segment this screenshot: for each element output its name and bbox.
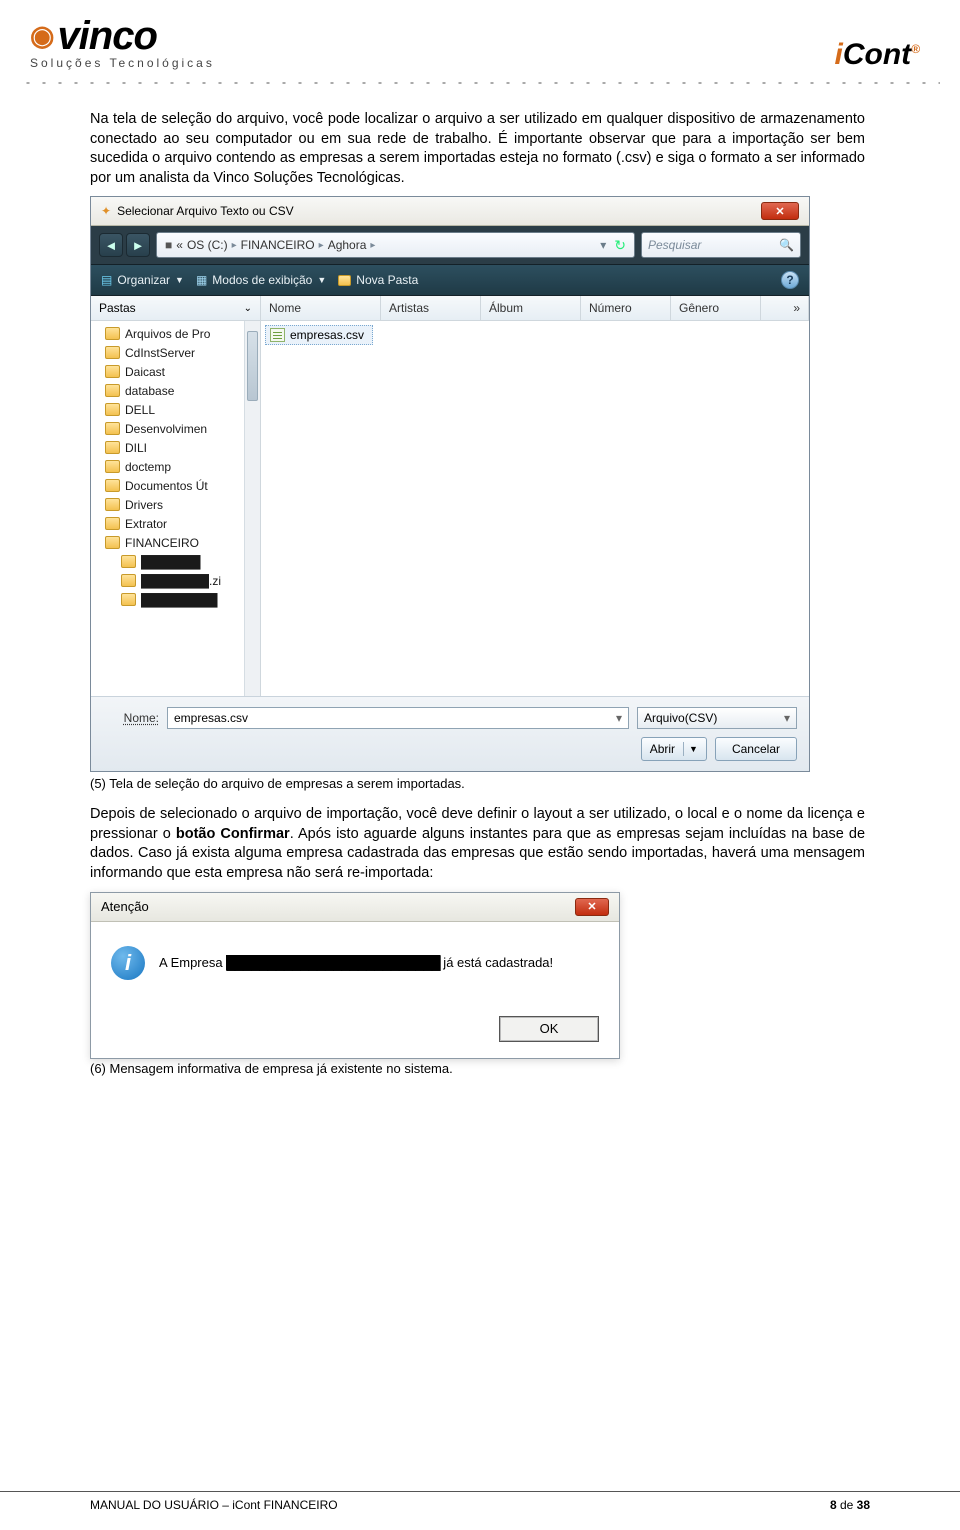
col-more[interactable]: »: [761, 296, 809, 320]
filename-input[interactable]: empresas.csv▾: [167, 707, 629, 729]
open-button[interactable]: Abrir▼: [641, 737, 707, 761]
grid-icon: ▦: [196, 273, 207, 287]
col-header[interactable]: Artistas: [381, 296, 481, 320]
tree-item[interactable]: ████████.zi: [91, 571, 260, 590]
breadcrumb-row: ◄ ► ■ « OS (C:) ▸ FINANCEIRO ▸ Aghora ▸ …: [91, 226, 809, 264]
ok-button[interactable]: OK: [499, 1016, 599, 1042]
close-button[interactable]: ✕: [761, 202, 799, 220]
folder-tree: Pastas⌄ Arquivos de Pro CdInstServer Dai…: [91, 296, 261, 696]
doc-header: ◉ vinco Soluções Tecnológicas iCont®: [0, 0, 960, 76]
col-header[interactable]: Álbum: [481, 296, 581, 320]
eye-icon: ◉: [30, 23, 53, 48]
file-name: empresas.csv: [290, 328, 364, 342]
menu-icon: ▤: [101, 273, 112, 287]
message-dialog: Atenção ✕ i A Empresa ██████████████████…: [90, 892, 620, 1059]
figure-caption-6: (6) Mensagem informativa de empresa já e…: [0, 1059, 960, 1086]
csv-icon: [270, 328, 285, 342]
tree-header[interactable]: Pastas⌄: [91, 296, 260, 321]
views-menu[interactable]: ▦ Modos de exibição▼: [196, 273, 326, 287]
search-icon: 🔍: [779, 238, 794, 252]
page-number: 8 de 38: [830, 1498, 870, 1512]
figure-caption-5: (5) Tela de seleção do arquivo de empres…: [0, 774, 960, 801]
nav-buttons: ◄ ►: [99, 233, 150, 257]
msg-body: i A Empresa ██████████████████████████ j…: [91, 922, 619, 1010]
filetype-select[interactable]: Arquivo(CSV)▾: [637, 707, 797, 729]
vinco-wordmark: ◉ vinco: [30, 18, 215, 54]
tree-item[interactable]: Documentos Út: [91, 476, 260, 495]
col-header[interactable]: Gênero: [671, 296, 761, 320]
tree-item[interactable]: Extrator: [91, 514, 260, 533]
msg-titlebar: Atenção ✕: [91, 893, 619, 922]
tree-item[interactable]: █████████: [91, 590, 260, 609]
col-header[interactable]: Número: [581, 296, 671, 320]
help-button[interactable]: ?: [781, 271, 799, 289]
nav-back-button[interactable]: ◄: [99, 233, 123, 257]
tree-item[interactable]: Daicast: [91, 362, 260, 381]
file-item[interactable]: empresas.csv: [265, 325, 373, 345]
folder-icon: [338, 275, 351, 286]
tree-item[interactable]: Arquivos de Pro: [91, 324, 260, 343]
star-icon: ✦: [101, 204, 111, 218]
cancel-button[interactable]: Cancelar: [715, 737, 797, 761]
dialog-titlebar: ✦ Selecionar Arquivo Texto ou CSV ✕: [91, 197, 809, 226]
icont-logo: iCont®: [835, 40, 921, 70]
close-button[interactable]: ✕: [575, 898, 609, 916]
tree-item[interactable]: Desenvolvimen: [91, 419, 260, 438]
file-list: Nome Artistas Álbum Número Gênero » empr…: [261, 296, 809, 696]
vinco-logo: ◉ vinco Soluções Tecnológicas: [30, 18, 215, 70]
dialog-toolbar: ▤ Organizar▼ ▦ Modos de exibição▼ Nova P…: [91, 264, 809, 296]
tree-item[interactable]: DELL: [91, 400, 260, 419]
folder-icon: [105, 327, 120, 340]
msg-title: Atenção: [101, 899, 149, 914]
dialog-title: Selecionar Arquivo Texto ou CSV: [117, 204, 294, 218]
brand-text: vinco: [57, 18, 156, 54]
tree-scrollbar[interactable]: [244, 321, 260, 696]
tree-item[interactable]: doctemp: [91, 457, 260, 476]
tree-item[interactable]: CdInstServer: [91, 343, 260, 362]
filename-label: Nome:: [103, 711, 159, 725]
dot-separator: [20, 80, 940, 86]
paragraph-2: Depois de selecionado o arquivo de impor…: [0, 801, 960, 887]
page-footer: MANUAL DO USUÁRIO – iCont FINANCEIRO 8 d…: [0, 1491, 960, 1512]
footer-left: MANUAL DO USUÁRIO – iCont FINANCEIRO: [90, 1498, 338, 1512]
organize-menu[interactable]: ▤ Organizar▼: [101, 273, 184, 287]
brand-tagline: Soluções Tecnológicas: [30, 56, 215, 70]
tree-item[interactable]: database: [91, 381, 260, 400]
info-icon: i: [111, 946, 145, 980]
path-field[interactable]: ■ « OS (C:) ▸ FINANCEIRO ▸ Aghora ▸ ▾ ↻: [156, 232, 635, 258]
tree-item[interactable]: Drivers: [91, 495, 260, 514]
file-open-dialog: ✦ Selecionar Arquivo Texto ou CSV ✕ ◄ ► …: [90, 196, 810, 772]
paragraph-1: Na tela de seleção do arquivo, você pode…: [0, 90, 960, 192]
column-headers: Nome Artistas Álbum Número Gênero »: [261, 296, 809, 321]
col-header[interactable]: Nome: [261, 296, 381, 320]
tree-item[interactable]: DILI: [91, 438, 260, 457]
dialog-footer: Nome: empresas.csv▾ Arquivo(CSV)▾ Abrir▼…: [91, 696, 809, 771]
nav-fwd-button[interactable]: ►: [126, 233, 150, 257]
msg-text: A Empresa ██████████████████████████ já …: [159, 955, 553, 970]
search-field[interactable]: Pesquisar 🔍: [641, 232, 801, 258]
tree-item[interactable]: FINANCEIRO: [91, 533, 260, 552]
tree-item[interactable]: ███████: [91, 552, 260, 571]
new-folder-button[interactable]: Nova Pasta: [338, 273, 418, 287]
